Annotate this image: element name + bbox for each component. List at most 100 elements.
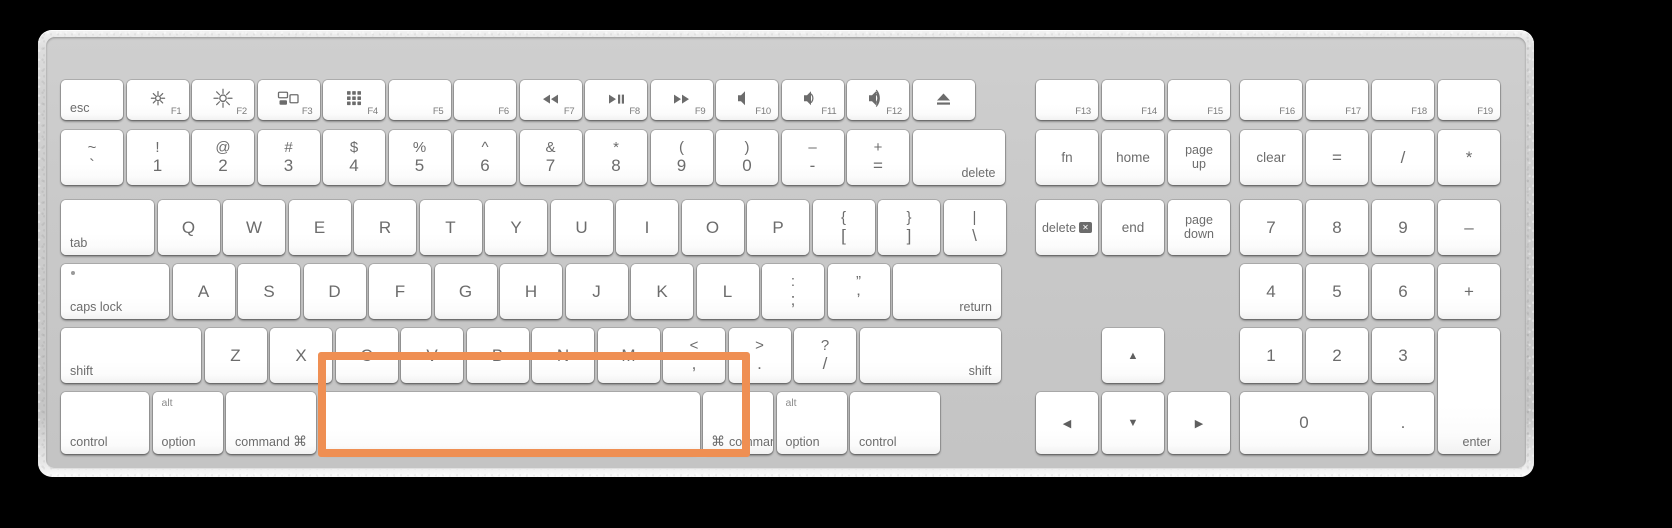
key-x[interactable]: X	[270, 328, 332, 383]
key-eject-icon[interactable]	[912, 80, 975, 120]
key-a[interactable]: A	[172, 264, 235, 319]
key-f14[interactable]: F14	[1102, 80, 1164, 120]
key-shift[interactable]: shift	[61, 328, 201, 383]
key-f4[interactable]: F4	[323, 80, 385, 120]
key-7[interactable]: & 7	[519, 130, 582, 185]
key-y[interactable]: Y	[485, 200, 547, 255]
key-numpad-decimal[interactable]: .	[1372, 392, 1434, 454]
key-f15[interactable]: F15	[1168, 80, 1230, 120]
key-numpad-6[interactable]: 6	[1372, 264, 1434, 319]
key-e[interactable]: E	[288, 200, 351, 255]
key-q[interactable]: Q	[157, 200, 220, 255]
key-numpad-7[interactable]: 7	[1240, 200, 1302, 255]
key-arrow-right[interactable]: ▶	[1168, 392, 1230, 454]
key-numpad-key[interactable]: *	[1438, 130, 1500, 185]
key-f13[interactable]: F13	[1036, 80, 1098, 120]
key-f12[interactable]: F12	[847, 80, 909, 120]
key-caps-lock[interactable]: caps lock	[61, 264, 169, 319]
key-control-right[interactable]: control	[850, 392, 940, 454]
key-key[interactable]: ? /	[794, 328, 856, 383]
key-numpad-1[interactable]: 1	[1240, 328, 1302, 383]
key-key[interactable]: {[	[812, 200, 875, 255]
key-f[interactable]: F	[369, 264, 431, 319]
key-f1[interactable]: F1	[126, 80, 189, 120]
key-control-left[interactable]: control	[61, 392, 149, 454]
key-numpad-enter[interactable]: enter	[1438, 328, 1500, 454]
key-v[interactable]: V	[401, 328, 463, 383]
key-delete-forward[interactable]: delete ✕	[1036, 200, 1098, 255]
key-i[interactable]: I	[616, 200, 678, 255]
key-3[interactable]: #3	[257, 130, 320, 185]
key-key[interactable]: :;	[762, 264, 824, 319]
key-f19[interactable]: F19	[1438, 80, 1500, 120]
key-2[interactable]: @2	[192, 130, 254, 185]
key-f18[interactable]: F18	[1372, 80, 1434, 120]
key-tab[interactable]: tab	[61, 200, 154, 255]
key-key[interactable]: | \	[943, 200, 1006, 255]
key-f8[interactable]: F8	[585, 80, 647, 120]
key-numpad-8[interactable]: 8	[1306, 200, 1368, 255]
key-numpad-3[interactable]: 3	[1372, 328, 1434, 383]
key-command-left[interactable]: command ⌘	[226, 392, 316, 454]
key-0[interactable]: ) 0	[716, 130, 778, 185]
key-esc[interactable]: esc	[61, 80, 123, 120]
key-page-down[interactable]: page down	[1168, 200, 1230, 255]
key-numpad-key[interactable]: =	[1306, 130, 1368, 185]
key-numpad-key[interactable]: –	[1438, 200, 1500, 255]
key-delete[interactable]: delete	[912, 130, 1005, 185]
key-f2[interactable]: F2	[192, 80, 254, 120]
key-key[interactable]: ”’	[827, 264, 890, 319]
key-f6[interactable]: F6	[454, 80, 516, 120]
key-numpad-2[interactable]: 2	[1306, 328, 1368, 383]
key-numpad-0[interactable]: 0	[1240, 392, 1368, 454]
key-arrow-up[interactable]: ▲	[1102, 328, 1164, 383]
key-m[interactable]: M	[597, 328, 660, 383]
key-fn[interactable]: fn	[1036, 130, 1098, 185]
key-page-up[interactable]: page up	[1168, 130, 1230, 185]
key-numpad-9[interactable]: 9	[1372, 200, 1434, 255]
key-k[interactable]: K	[631, 264, 693, 319]
key-l[interactable]: L	[696, 264, 759, 319]
key-numpad-clear[interactable]: clear	[1240, 130, 1302, 185]
key-n[interactable]: N	[532, 328, 594, 383]
key-d[interactable]: D	[303, 264, 366, 319]
key-h[interactable]: H	[500, 264, 562, 319]
key-4[interactable]: $4	[323, 130, 385, 185]
key-f11[interactable]: F11	[781, 80, 844, 120]
key-p[interactable]: P	[747, 200, 809, 255]
key-command-right[interactable]: ⌘ command	[703, 392, 773, 454]
key-b[interactable]: B	[466, 328, 529, 383]
key-option-right[interactable]: alt option	[776, 392, 847, 454]
key-f17[interactable]: F17	[1306, 80, 1368, 120]
key-o[interactable]: O	[681, 200, 744, 255]
key-numpad-4[interactable]: 4	[1240, 264, 1302, 319]
key-u[interactable]: U	[550, 200, 613, 255]
key-9[interactable]: (9	[650, 130, 713, 185]
key-home[interactable]: home	[1102, 130, 1164, 185]
key-j[interactable]: J	[565, 264, 628, 319]
key-key[interactable]: >.	[728, 328, 791, 383]
key-1[interactable]: ! 1	[126, 130, 189, 185]
key-f16[interactable]: F16	[1240, 80, 1302, 120]
key-key[interactable]: <,	[663, 328, 725, 383]
key-key[interactable]: + =	[847, 130, 909, 185]
key-key[interactable]: }]	[878, 200, 940, 255]
key-t[interactable]: T	[419, 200, 482, 255]
key-shift-right[interactable]: shift	[859, 328, 1001, 383]
key-c[interactable]: C	[335, 328, 398, 383]
key-5[interactable]: % 5	[388, 130, 451, 185]
key-numpad-5[interactable]: 5	[1306, 264, 1368, 319]
key-return[interactable]: return	[893, 264, 1001, 319]
key-key[interactable]: – -	[781, 130, 844, 185]
key-f10[interactable]: F10	[716, 80, 778, 120]
key-z[interactable]: Z	[204, 328, 267, 383]
key-8[interactable]: * 8	[585, 130, 647, 185]
key-option-left[interactable]: alt option	[152, 392, 223, 454]
key-key[interactable]: ~ `	[61, 130, 123, 185]
key-g[interactable]: G	[434, 264, 497, 319]
key-f3[interactable]: F3	[257, 80, 320, 120]
key-arrow-left[interactable]: ◀	[1036, 392, 1098, 454]
key-space[interactable]	[319, 392, 700, 454]
key-w[interactable]: W	[223, 200, 285, 255]
key-s[interactable]: S	[238, 264, 300, 319]
